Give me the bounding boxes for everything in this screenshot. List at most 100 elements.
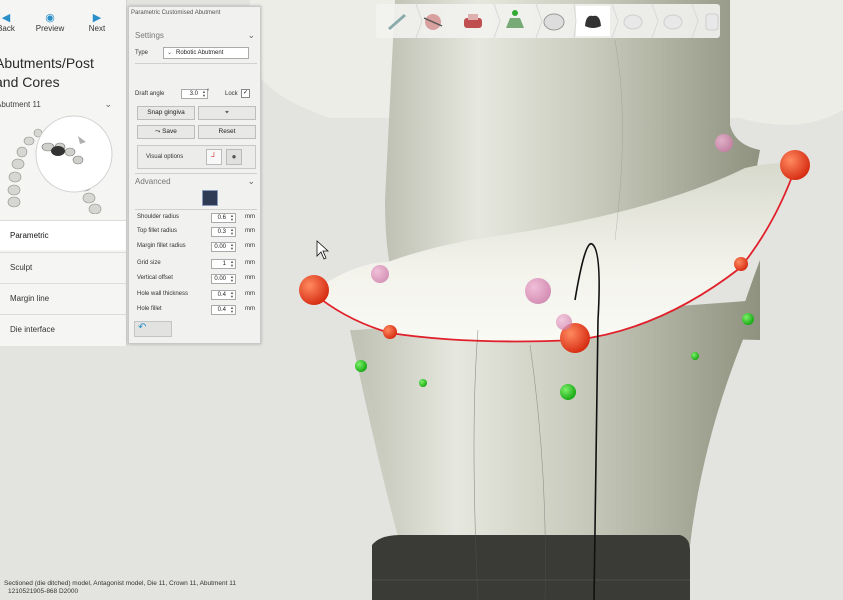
control-point-pink[interactable] <box>556 314 572 330</box>
spinner-icon[interactable]: ▲ ▼ <box>202 90 206 98</box>
param-label: Hole fillet <box>137 306 162 312</box>
reset-button[interactable]: Reset <box>198 125 256 139</box>
status-case-id: 1210521905-868 D2000 <box>8 588 79 595</box>
save-label: Save <box>162 128 177 135</box>
workflow-toolbar <box>376 4 720 38</box>
advanced-preview-icon <box>202 190 218 206</box>
param-label: Margin fillet radius <box>137 243 186 249</box>
dental-arch-thumbnail[interactable] <box>0 114 126 214</box>
control-point-green[interactable] <box>560 384 576 400</box>
draft-angle-label: Draft angle <box>135 91 165 97</box>
control-point-green[interactable] <box>355 360 367 372</box>
next-button[interactable]: ▶ Next <box>77 12 117 33</box>
step-sculpt[interactable]: Sculpt <box>0 252 126 282</box>
control-point-red[interactable] <box>299 275 329 305</box>
param-value: 0.3 <box>217 229 226 235</box>
param-field[interactable]: 0.00 ▲ ▼ <box>211 242 236 252</box>
control-point-red[interactable] <box>780 150 810 180</box>
spinner-icon[interactable]: ▲ ▼ <box>230 228 234 236</box>
step-margin-line[interactable]: Margin line <box>0 283 126 313</box>
toolbar-step-future[interactable] <box>705 13 719 31</box>
param-field[interactable]: 0.6 ▲ ▼ <box>211 213 236 223</box>
toolbar-step-crown[interactable] <box>543 13 565 31</box>
param-unit: mm <box>245 243 255 249</box>
param-label: Top fillet radius <box>137 228 178 234</box>
param-value: 0.4 <box>217 292 226 298</box>
spinner-icon[interactable]: ▲ ▼ <box>230 291 234 299</box>
advanced-header[interactable]: Advanced ⌄ <box>135 176 255 186</box>
control-point-pink[interactable] <box>525 278 551 304</box>
preview-button[interactable]: ◉ Preview <box>30 12 70 33</box>
param-unit: mm <box>245 260 255 266</box>
param-field[interactable]: 0.4 ▲ ▼ <box>211 305 236 315</box>
spinner-icon[interactable]: ▲ ▼ <box>230 260 234 268</box>
param-field[interactable]: 0.3 ▲ ▼ <box>211 227 236 237</box>
param-value: 0.00 <box>214 244 226 250</box>
undo-button[interactable]: ↶ <box>134 321 172 337</box>
type-select[interactable]: ⌄ Robotic Abutment <box>163 47 249 59</box>
type-label: Type <box>135 50 149 56</box>
param-field[interactable]: 0.00 ▲ ▼ <box>211 274 236 284</box>
crosshair-icon: ⌖ <box>225 109 229 116</box>
back-arrow-icon: ◀ <box>1 12 11 24</box>
toolbar-step-future[interactable] <box>663 14 683 30</box>
back-button[interactable]: ◀ Back <box>0 12 26 33</box>
status-models: Sectioned (die ditched) model, Antagonis… <box>4 580 236 587</box>
step-die-interface[interactable]: Die interface <box>0 314 126 344</box>
spinner-icon[interactable]: ▲ ▼ <box>230 275 234 283</box>
step-parametric[interactable]: Parametric <box>0 220 126 250</box>
param-label: Grid size <box>137 260 161 266</box>
workflow-title-line1: Abutments/Post <box>0 55 94 71</box>
parametric-dialog: Parametric Customised Abutment Settings … <box>128 6 261 344</box>
settings-header-label: Settings <box>135 31 164 40</box>
save-button[interactable]: ⤳ Save <box>137 125 195 139</box>
abutment-selector[interactable]: Abutment 11 ⌄ <box>0 99 114 114</box>
workflow-title-line2: and Cores <box>0 74 60 90</box>
draft-angle-field[interactable]: 3.0 ▲ ▼ <box>181 89 208 99</box>
param-value: 0.00 <box>214 276 226 282</box>
lock-checkbox[interactable]: ✓ <box>241 89 250 98</box>
control-point-green[interactable] <box>742 313 754 325</box>
param-label: Shoulder radius <box>137 214 180 220</box>
param-label: Vertical offset <box>137 275 173 281</box>
param-field[interactable]: 0.4 ▲ ▼ <box>211 290 236 300</box>
control-point-pink[interactable] <box>371 265 389 283</box>
snap-options-button[interactable]: ⌖ <box>198 106 256 120</box>
control-point-red[interactable] <box>734 257 748 271</box>
dialog-title: Parametric Customised Abutment <box>131 10 221 16</box>
control-point-red[interactable] <box>383 325 397 339</box>
axis-view-button[interactable]: ┘ <box>206 149 222 165</box>
preview-label: Preview <box>35 24 65 33</box>
status-bar: Sectioned (die ditched) model, Antagonis… <box>4 580 236 596</box>
param-value: 1 <box>222 261 226 267</box>
param-field[interactable]: 1 ▲ ▼ <box>211 259 236 269</box>
toolbar-step-parametric-active[interactable] <box>576 6 610 36</box>
param-unit: mm <box>245 306 255 312</box>
control-point-green[interactable] <box>691 352 699 360</box>
advanced-header-label: Advanced <box>135 177 171 186</box>
next-arrow-icon: ▶ <box>92 12 102 24</box>
tooth-view-button[interactable]: ● <box>226 149 242 165</box>
spinner-icon[interactable]: ▲ ▼ <box>230 214 234 222</box>
divider <box>135 209 257 210</box>
draft-angle-value: 3.0 <box>189 91 198 97</box>
chevron-down-icon: ⌄ <box>167 50 173 56</box>
toolbar-step-future[interactable] <box>623 14 643 30</box>
chevron-down-icon: ⌄ <box>247 176 255 186</box>
param-value: 0.4 <box>217 307 226 313</box>
snap-gingiva-button[interactable]: Snap gingiva <box>137 106 195 120</box>
param-unit: mm <box>245 228 255 234</box>
spinner-icon[interactable]: ▲ ▼ <box>230 243 234 251</box>
lock-label: Lock <box>225 91 238 97</box>
visual-options-label: Visual options <box>146 154 184 160</box>
param-unit: mm <box>245 214 255 220</box>
draft-angle-unit: ° <box>207 89 210 95</box>
param-unit: mm <box>245 275 255 281</box>
control-point-green[interactable] <box>419 379 427 387</box>
workflow-title: Abutments/Post and Cores <box>0 54 123 92</box>
settings-header[interactable]: Settings ⌄ <box>135 30 255 40</box>
spinner-icon[interactable]: ▲ ▼ <box>230 306 234 314</box>
type-select-value: Robotic Abutment <box>176 50 224 56</box>
control-point-pink[interactable] <box>715 134 733 152</box>
chevron-down-icon: ⌄ <box>247 30 255 40</box>
